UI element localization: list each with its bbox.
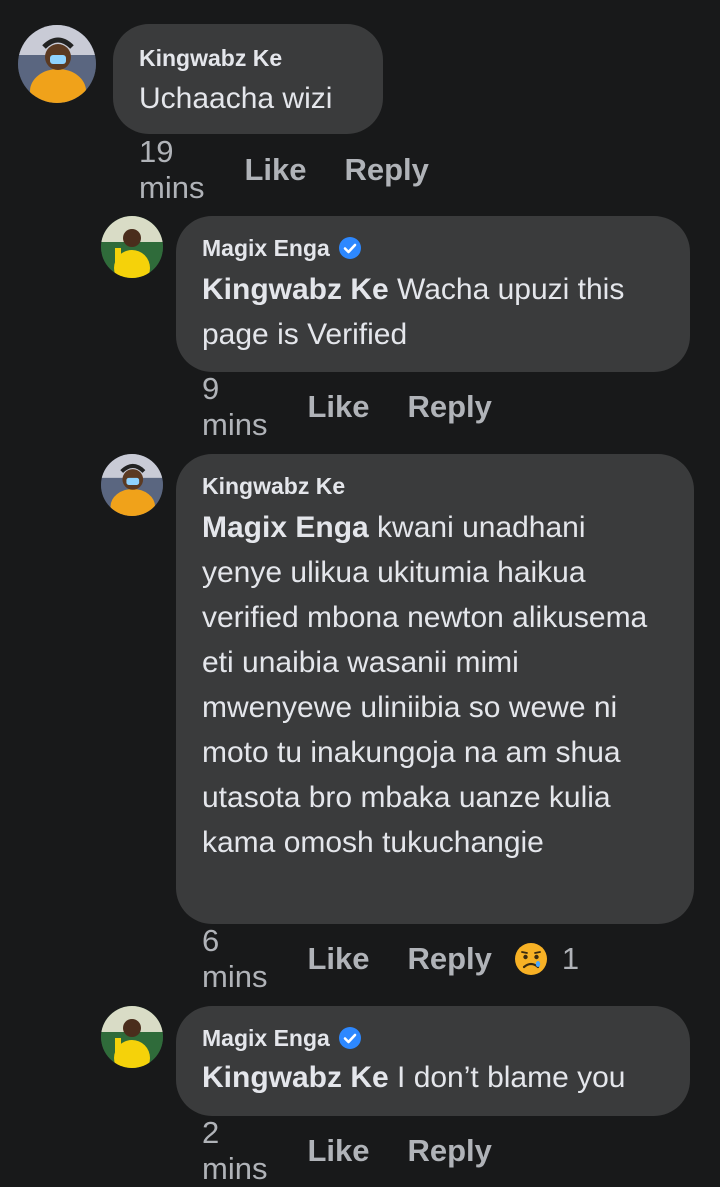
author-name[interactable]: Kingwabz Ke xyxy=(202,472,668,500)
reaction-summary[interactable]: 1 xyxy=(514,941,579,977)
reply-button[interactable]: Reply xyxy=(344,152,428,188)
like-button[interactable]: Like xyxy=(307,389,369,425)
author-name[interactable]: Magix Enga xyxy=(202,234,664,262)
like-button[interactable]: Like xyxy=(244,152,306,188)
avatar[interactable] xyxy=(18,25,96,103)
avatar[interactable] xyxy=(101,1006,163,1068)
avatar[interactable] xyxy=(101,216,163,278)
mention-link[interactable]: Kingwabz Ke xyxy=(202,1061,389,1094)
kingwabz-avatar-icon xyxy=(101,454,163,516)
sad-face-icon xyxy=(514,943,547,975)
comment-actions: 6 mins Like Reply 1 xyxy=(202,923,579,994)
avatar[interactable] xyxy=(101,454,163,516)
mention-link[interactable]: Magix Enga xyxy=(202,511,369,544)
comment-actions: 2 mins Like Reply xyxy=(202,1115,492,1186)
magix-avatar-icon xyxy=(101,216,163,278)
verified-badge-icon xyxy=(338,1027,361,1049)
reply-button[interactable]: Reply xyxy=(407,941,491,977)
comment-actions: 19 mins Like Reply xyxy=(139,134,429,205)
comment-bubble: Kingwabz Ke Uchaacha wizi xyxy=(113,24,383,134)
verified-badge-icon xyxy=(338,237,361,259)
comment-bubble: Magix Enga Kingwabz Ke I don’t blame you xyxy=(176,1006,690,1116)
kingwabz-avatar-icon xyxy=(18,25,96,103)
comment-bubble: Kingwabz Ke Magix Enga kwani unadhani ye… xyxy=(176,454,694,924)
comment-actions: 9 mins Like Reply xyxy=(202,371,492,442)
comment-text: Kingwabz Ke Wacha upuzi this page is Ver… xyxy=(202,273,625,351)
comment-text: Kingwabz Ke I don’t blame you xyxy=(202,1061,626,1094)
timestamp[interactable]: 19 mins xyxy=(139,134,204,206)
comment-text: Uchaacha wizi xyxy=(139,82,333,115)
reaction-count: 1 xyxy=(561,941,580,976)
author-name[interactable]: Magix Enga xyxy=(202,1024,664,1052)
comment-bubble: Magix Enga Kingwabz Ke Wacha upuzi this … xyxy=(176,216,690,372)
comment-text: Magix Enga kwani unadhani yenye ulikua u… xyxy=(202,511,648,859)
like-button[interactable]: Like xyxy=(307,1133,369,1169)
mention-link[interactable]: Kingwabz Ke xyxy=(202,273,389,306)
like-button[interactable]: Like xyxy=(307,941,369,977)
reply-button[interactable]: Reply xyxy=(407,389,491,425)
reply-button[interactable]: Reply xyxy=(407,1133,491,1169)
timestamp[interactable]: 9 mins xyxy=(202,371,267,443)
author-name[interactable]: Kingwabz Ke xyxy=(139,44,357,72)
magix-avatar-icon xyxy=(101,1006,163,1068)
timestamp[interactable]: 2 mins xyxy=(202,1115,267,1187)
timestamp[interactable]: 6 mins xyxy=(202,923,267,995)
